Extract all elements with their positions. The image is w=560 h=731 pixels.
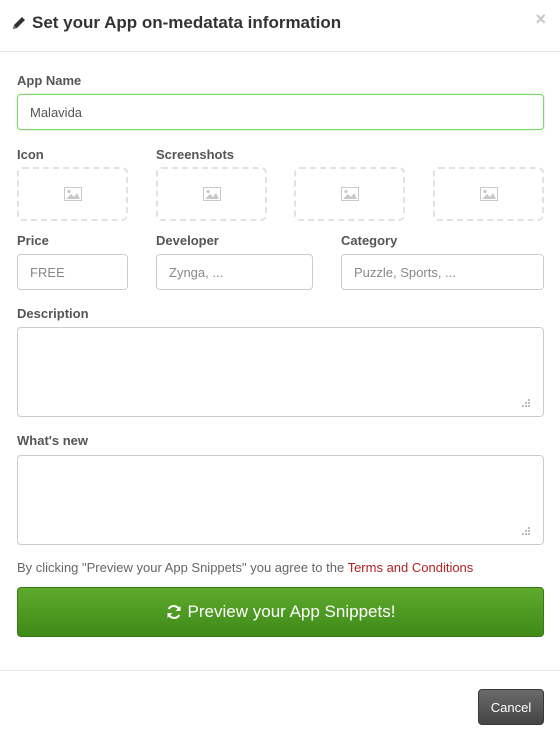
close-button[interactable]: ×: [535, 10, 546, 28]
pencil-icon: [13, 17, 25, 29]
image-icon: [340, 187, 359, 201]
terms-text: By clicking "Preview your App Snippets" …: [17, 560, 348, 575]
app-name-label: App Name: [17, 73, 82, 88]
whats-new-textarea[interactable]: [17, 455, 544, 545]
category-label: Category: [341, 233, 398, 248]
price-label: Price: [17, 233, 49, 248]
resize-grip-icon[interactable]: [521, 398, 531, 408]
description-textarea[interactable]: [17, 327, 544, 417]
price-input[interactable]: FREE: [17, 254, 128, 290]
dialog-header: Set your App on-medatata information ×: [0, 0, 560, 52]
category-placeholder: Puzzle, Sports, ...: [354, 264, 456, 280]
footer-divider: [0, 670, 560, 671]
screenshots-label: Screenshots: [156, 147, 235, 162]
whats-new-label: What's new: [17, 433, 88, 448]
icon-label: Icon: [17, 147, 44, 162]
dialog-title-text: Set your App on-medatata information: [32, 13, 342, 32]
app-name-value: Malavida: [30, 104, 83, 120]
app-name-input[interactable]: Malavida: [17, 94, 544, 130]
image-icon: [479, 187, 498, 201]
screenshot-slot-2[interactable]: [294, 167, 405, 221]
developer-placeholder: Zynga, ...: [169, 264, 224, 280]
category-input[interactable]: Puzzle, Sports, ...: [341, 254, 544, 290]
description-label: Description: [17, 306, 89, 321]
developer-label: Developer: [156, 233, 219, 248]
terms-notice: By clicking "Preview your App Snippets" …: [17, 560, 473, 575]
dialog-title: Set your App on-medatata information: [12, 13, 341, 33]
terms-link[interactable]: Terms and Conditions: [348, 560, 474, 575]
developer-input[interactable]: Zynga, ...: [156, 254, 313, 290]
cancel-button[interactable]: Cancel: [478, 689, 544, 725]
price-placeholder: FREE: [30, 264, 65, 280]
refresh-icon: [167, 605, 181, 619]
preview-snippets-button[interactable]: Preview your App Snippets!: [17, 587, 544, 637]
preview-snippets-label: Preview your App Snippets!: [187, 602, 396, 621]
image-icon: [63, 187, 82, 201]
icon-upload-slot[interactable]: [17, 167, 128, 221]
screenshot-slot-3[interactable]: [433, 167, 544, 221]
resize-grip-icon[interactable]: [521, 526, 531, 536]
image-icon: [202, 187, 221, 201]
screenshot-slot-1[interactable]: [156, 167, 267, 221]
